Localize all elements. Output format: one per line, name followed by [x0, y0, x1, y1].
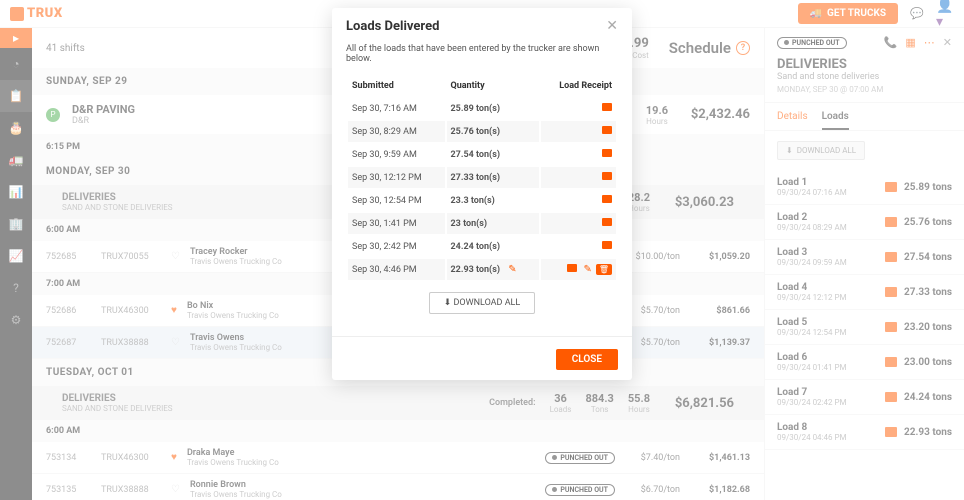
- loads-table: Submitted Quantity Load Receipt Sep 30, …: [346, 74, 618, 282]
- table-row: Sep 30, 8:29 AM 25.76 ton(s): [348, 121, 616, 142]
- table-row: Sep 30, 4:46 PM 22.93 ton(s) ✎ ✎🗑: [348, 259, 616, 280]
- table-row: Sep 30, 7:16 AM 25.89 ton(s): [348, 98, 616, 119]
- modal-close-icon[interactable]: ✕: [606, 18, 618, 34]
- col-receipt: Load Receipt: [541, 76, 616, 96]
- col-quantity: Quantity: [447, 76, 539, 96]
- receipt-thumb-icon[interactable]: [602, 241, 612, 249]
- modal-description: All of the loads that have been entered …: [346, 44, 618, 64]
- loads-delivered-modal: Loads Delivered ✕ All of the loads that …: [332, 8, 632, 380]
- receipt-thumb-icon[interactable]: [602, 103, 612, 111]
- close-button[interactable]: CLOSE: [556, 349, 618, 370]
- receipt-thumb-icon[interactable]: [602, 172, 612, 180]
- col-submitted: Submitted: [348, 76, 445, 96]
- table-row: Sep 30, 12:54 PM 23.3 ton(s): [348, 190, 616, 211]
- edit-receipt-icon[interactable]: ✎: [583, 264, 591, 275]
- modal-title: Loads Delivered: [346, 19, 439, 34]
- receipt-thumb-icon[interactable]: [602, 218, 612, 226]
- delete-icon[interactable]: 🗑: [596, 264, 612, 275]
- table-row: Sep 30, 9:59 AM 27.54 ton(s): [348, 144, 616, 165]
- receipt-thumb-icon[interactable]: [602, 195, 612, 203]
- modal-download-all-button[interactable]: ⬇ DOWNLOAD ALL: [429, 292, 536, 314]
- receipt-thumb-icon[interactable]: [602, 149, 612, 157]
- table-row: Sep 30, 1:41 PM 23 ton(s): [348, 213, 616, 234]
- table-row: Sep 30, 2:42 PM 24.24 ton(s): [348, 236, 616, 257]
- receipt-thumb-icon[interactable]: [602, 126, 612, 134]
- edit-icon[interactable]: ✎: [508, 264, 516, 275]
- table-row: Sep 30, 12:12 PM 27.33 ton(s): [348, 167, 616, 188]
- receipt-thumb-icon[interactable]: [567, 264, 577, 272]
